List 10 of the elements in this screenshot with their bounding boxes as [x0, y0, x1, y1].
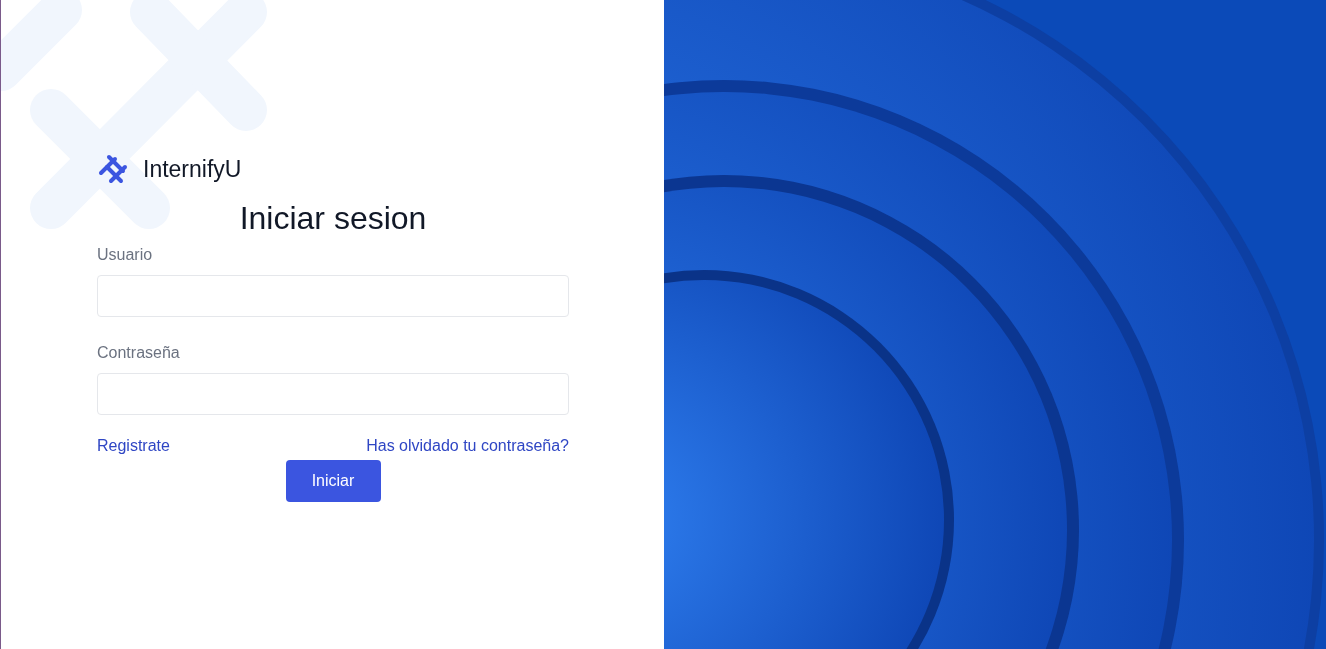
field-label: Contraseña — [97, 343, 181, 363]
logo-icon — [97, 153, 129, 185]
forgot-password-link[interactable]: Has olvidado tu contraseña? — [366, 434, 569, 458]
register-link[interactable]: Registrate — [97, 434, 170, 458]
brand-name: InternifyU — [143, 154, 242, 184]
page-title: Iniciar sesion — [239, 199, 427, 238]
input-field[interactable] — [97, 373, 569, 415]
input-field[interactable] — [97, 275, 569, 317]
field-label: Usuario — [97, 245, 154, 265]
login-button[interactable]: Iniciar — [285, 460, 381, 502]
